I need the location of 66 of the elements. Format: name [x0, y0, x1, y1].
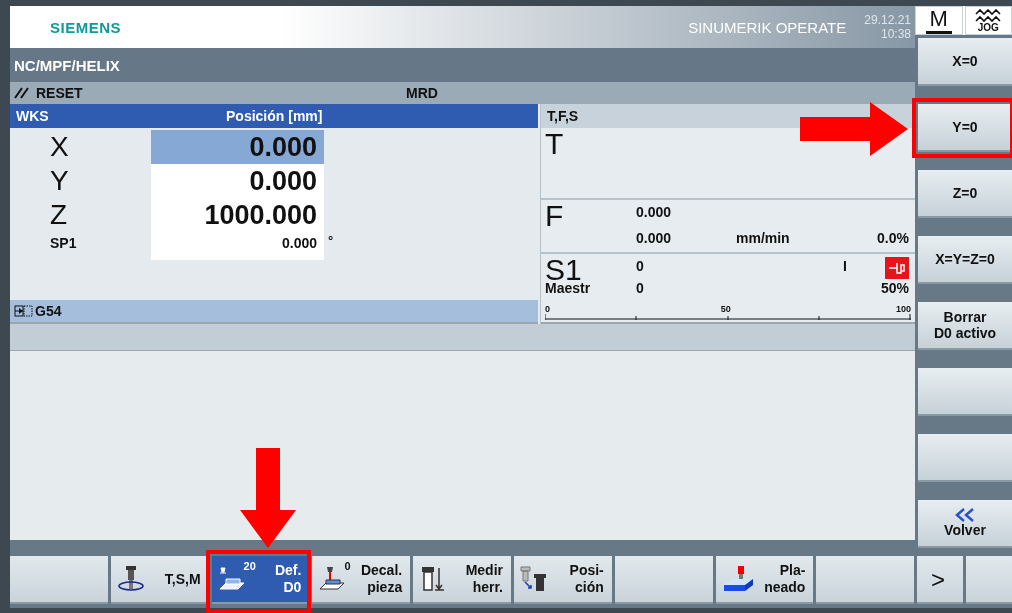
axis-value[interactable]: 0.000 [151, 164, 324, 198]
brand-logo: SIEMENS [50, 18, 121, 36]
frame-name: G54 [35, 303, 62, 319]
side-softkey[interactable]: Z=0 [918, 170, 1012, 218]
time-text: 10:38 [880, 27, 911, 41]
workpiece-probe-icon [318, 565, 347, 593]
column-header: Posición [mm] [226, 108, 323, 124]
product-name: SINUMERIK OPERATE [688, 18, 847, 36]
softkey[interactable] [614, 556, 713, 604]
spindle-direction: I [843, 258, 847, 274]
spindle-value: 0 [636, 258, 644, 274]
axis-name: Z [49, 198, 69, 232]
jog-mode-key[interactable]: JOG [964, 6, 1012, 35]
side-softkey[interactable]: Borrar D0 activo [918, 302, 1012, 350]
feed-unit: mm/min [736, 230, 790, 246]
date-text: 29.12.21 [864, 13, 911, 27]
softkey[interactable]: Pla- neado [715, 556, 814, 604]
side-softkey[interactable]: Volver [918, 500, 1012, 548]
feed-value: 0.000 [636, 204, 672, 220]
face-milling-icon [721, 565, 754, 593]
softkey[interactable]: 0 Decal. pieza [312, 556, 411, 604]
softkey[interactable] [966, 556, 1012, 604]
softkey[interactable] [10, 556, 108, 604]
program-path: NC/MPF/HELIX [14, 56, 120, 74]
axis-name: SP1 [49, 234, 78, 253]
side-softkey[interactable]: X=0 [918, 38, 1012, 86]
workpiece-icon [217, 565, 246, 593]
tool-label: T [545, 127, 564, 160]
side-softkey[interactable]: Y=0 [918, 104, 1012, 152]
axis-name: X [49, 130, 70, 164]
softkey[interactable]: 20 Def. D0 [211, 556, 310, 604]
axis-value[interactable]: 0.000 [151, 130, 324, 164]
softkey[interactable]: Posi- ción [514, 556, 612, 604]
wave-icon [975, 8, 1002, 23]
axis-value[interactable]: 1000.000 [151, 198, 324, 232]
feed-label: F [545, 200, 564, 232]
mode-status: MRD [406, 85, 438, 101]
spindle-override: 50% [880, 280, 909, 296]
spindle-actual: 0 [636, 280, 644, 296]
scale-label: 100 [895, 304, 911, 314]
softkey[interactable]: Medir herr. [413, 556, 511, 604]
tool-number: 20 [243, 560, 256, 572]
scale-label: 50 [720, 304, 731, 314]
column-header: WKS [15, 108, 50, 124]
softkey[interactable] [816, 556, 915, 604]
spindle-status-icon [885, 257, 909, 279]
panel-title: T,F,S [547, 108, 579, 124]
reset-status: RESET [36, 85, 84, 101]
feed-actual: 0.000 [636, 230, 672, 246]
unit-text: ° [327, 232, 334, 250]
axis-name: Y [49, 164, 70, 198]
softkey[interactable]: > [917, 556, 964, 604]
scale-label: 0 [545, 304, 550, 314]
reset-icon [14, 87, 30, 99]
tool-change-icon [520, 565, 548, 593]
spindle-rotation-icon [116, 565, 145, 593]
side-softkey[interactable]: X=Y=Z=0 [918, 236, 1012, 284]
tool-number: 0 [344, 560, 351, 572]
feed-override: 0.0% [877, 230, 909, 246]
double-chevron-icon [954, 508, 976, 522]
side-softkey[interactable] [918, 368, 1012, 416]
side-softkey[interactable] [918, 434, 1012, 482]
machine-mode-key[interactable]: M [915, 6, 963, 35]
frame-icon [14, 305, 34, 317]
softkey[interactable]: T,S,M [110, 556, 209, 604]
axis-value[interactable]: 0.000 [151, 232, 324, 260]
